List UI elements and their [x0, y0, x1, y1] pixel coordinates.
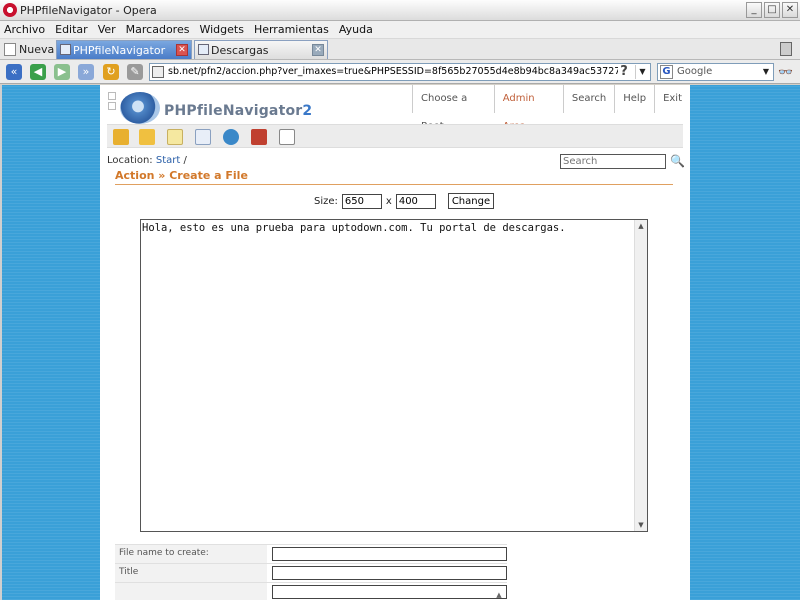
page-title: Action » Create a File — [115, 169, 673, 185]
menu-widgets[interactable]: Widgets — [199, 23, 243, 36]
title-bar: PHPfileNavigator - Opera _ □ ✕ — [0, 0, 800, 21]
search-dropdown-icon[interactable]: ▼ — [760, 65, 772, 79]
trash-icon[interactable] — [780, 42, 792, 56]
filename-input[interactable] — [272, 547, 507, 561]
breadcrumb-separator: / — [183, 155, 187, 166]
close-tab-icon[interactable]: ✕ — [312, 44, 324, 56]
nav-search[interactable]: Search — [562, 85, 614, 113]
globe-icon[interactable] — [223, 129, 239, 145]
small-squares-icon — [108, 92, 118, 112]
menu-bar: Archivo Editar Ver Marcadores Widgets He… — [0, 21, 800, 39]
search-engine-box[interactable]: G Google ▼ — [657, 63, 774, 81]
title-input[interactable] — [272, 566, 507, 580]
tab-label: PHPfileNavigator — [73, 43, 166, 57]
description-textarea[interactable]: ▲ — [272, 585, 507, 599]
close-tab-icon[interactable]: ✕ — [176, 44, 188, 56]
app-page: PHPfileNavigator2 Choose a Root Admin Ar… — [100, 85, 690, 600]
tab-phpfilenavigator[interactable]: PHPfileNavigator ✕ — [56, 40, 192, 59]
menu-editar[interactable]: Editar — [55, 23, 88, 36]
minimize-button[interactable]: _ — [746, 2, 762, 18]
form-row-filename: File name to create: — [115, 544, 507, 563]
logo-version: 2 — [302, 103, 313, 119]
page-favicon-icon — [198, 44, 209, 55]
page-favicon-icon — [60, 44, 71, 55]
filename-label: File name to create: — [115, 545, 267, 563]
page-icon — [152, 66, 164, 78]
back-icon[interactable]: ◀ — [30, 64, 46, 80]
address-dropdown-icon[interactable]: ▼ — [635, 65, 649, 79]
search-input[interactable] — [560, 154, 666, 169]
size-separator: x — [385, 195, 392, 207]
help-icon[interactable]: ? — [616, 64, 632, 80]
form-row-title: Title — [115, 563, 507, 582]
opera-logo-icon — [3, 3, 17, 17]
description-label — [115, 583, 267, 600]
left-edge — [0, 85, 2, 600]
menu-ver[interactable]: Ver — [98, 23, 116, 36]
reload-icon[interactable]: ↻ — [103, 64, 119, 80]
new-tab-button[interactable]: Nueva — [4, 41, 54, 58]
search-icon[interactable]: 🔍 — [670, 154, 685, 168]
search-engine-placeholder: Google — [677, 66, 713, 77]
open-folder-icon[interactable] — [113, 129, 129, 145]
change-button[interactable]: Change — [447, 193, 495, 209]
new-tab-label: Nueva — [19, 43, 55, 56]
window-controls: _ □ ✕ — [746, 2, 798, 18]
window-icon[interactable] — [279, 129, 295, 145]
nav-help[interactable]: Help — [614, 85, 654, 113]
title-label: Title — [115, 564, 267, 582]
close-button[interactable]: ✕ — [782, 2, 798, 18]
scroll-down-icon[interactable]: ▼ — [635, 519, 647, 531]
logo-name: PHPfileNavigator — [164, 103, 303, 119]
archive-icon[interactable] — [251, 129, 267, 145]
form-row-description: ▲ — [115, 582, 507, 600]
navigation-bar: « ◀ ▶ » ↻ ✎ sb.net/pfn2/accion.php?ver_i… — [0, 60, 800, 84]
size-label: Size: — [314, 195, 338, 207]
top-nav: Choose a Root Admin Area Search Help Exi… — [412, 85, 690, 132]
rewind-icon[interactable]: « — [6, 64, 22, 80]
scroll-up-icon[interactable]: ▲ — [635, 220, 647, 232]
nav-choose-root[interactable]: Choose a Root — [412, 85, 494, 132]
ship-wheel-logo-icon — [120, 92, 160, 124]
breadcrumb-start-link[interactable]: Start — [156, 155, 180, 166]
nav-admin-area[interactable]: Admin Area — [493, 85, 563, 132]
file-content-textarea[interactable]: Hola, esto es una prueba para uptodown.c… — [140, 219, 648, 532]
new-page-icon — [4, 43, 16, 56]
file-form: File name to create: Title ▲ — [115, 544, 507, 600]
forward-icon[interactable]: ▶ — [54, 64, 70, 80]
menu-herramientas[interactable]: Herramientas — [254, 23, 329, 36]
window-title: PHPfileNavigator - Opera — [20, 4, 157, 17]
size-controls: Size: x Change — [314, 193, 495, 209]
tab-label: Descargas — [211, 43, 269, 57]
file-content-text: Hola, esto es una prueba para uptodown.c… — [142, 222, 566, 234]
file-toolbar — [107, 124, 683, 148]
scroll-up-icon[interactable]: ▲ — [494, 589, 504, 600]
url-text: sb.net/pfn2/accion.php?ver_imaxes=true&P… — [168, 66, 618, 77]
google-icon: G — [660, 65, 673, 79]
tab-bar: Nueva PHPfileNavigator ✕ Descargas ✕ — [0, 39, 800, 60]
height-input[interactable] — [395, 193, 436, 209]
location-label: Location: — [107, 155, 153, 166]
new-file-icon[interactable] — [167, 129, 183, 145]
app-logo: PHPfileNavigator2 — [164, 103, 312, 119]
menu-archivo[interactable]: Archivo — [4, 23, 45, 36]
address-bar[interactable]: sb.net/pfn2/accion.php?ver_imaxes=true&P… — [149, 63, 651, 81]
menu-ayuda[interactable]: Ayuda — [339, 23, 373, 36]
width-input[interactable] — [341, 193, 382, 209]
new-folder-icon[interactable] — [139, 129, 155, 145]
fast-forward-icon[interactable]: » — [78, 64, 94, 80]
maximize-button[interactable]: □ — [764, 2, 780, 18]
glasses-icon[interactable]: 👓 — [778, 66, 796, 78]
edit-pencil-icon[interactable]: ✎ — [127, 64, 143, 80]
menu-marcadores[interactable]: Marcadores — [126, 23, 190, 36]
vertical-scrollbar[interactable]: ▲ ▼ — [634, 220, 647, 531]
breadcrumb: Location: Start / — [107, 155, 187, 166]
nav-exit[interactable]: Exit — [654, 85, 690, 113]
tab-descargas[interactable]: Descargas ✕ — [194, 40, 328, 59]
upload-file-icon[interactable] — [195, 129, 211, 145]
